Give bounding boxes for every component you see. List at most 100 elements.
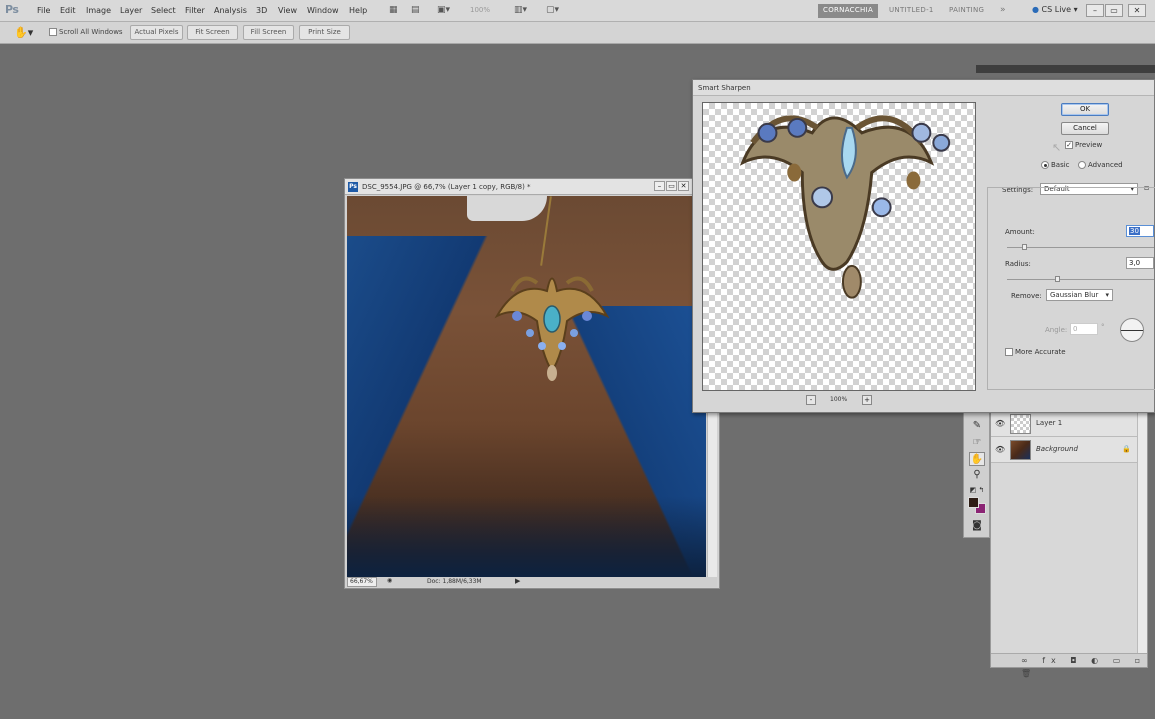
document-canvas[interactable] bbox=[347, 196, 706, 577]
menu-layer[interactable]: Layer bbox=[120, 6, 142, 15]
amount-slider-thumb[interactable] bbox=[1022, 244, 1027, 250]
hand-icon[interactable]: ✋▾ bbox=[14, 26, 33, 39]
layer-row-background[interactable]: 👁 Background 🔒 bbox=[991, 437, 1137, 463]
minimize-button[interactable]: – bbox=[1086, 4, 1104, 17]
menu-file[interactable]: File bbox=[37, 6, 50, 15]
preview-checkbox[interactable]: ✓ Preview bbox=[1065, 141, 1102, 149]
arrange-documents-icon[interactable]: ▥▾ bbox=[514, 5, 527, 17]
menu-analysis[interactable]: Analysis bbox=[214, 6, 247, 15]
cs-live-label: CS Live ▾ bbox=[1041, 5, 1078, 14]
layer-name: Layer 1 bbox=[1036, 419, 1063, 427]
status-menu-arrow-icon[interactable]: ▶ bbox=[515, 577, 520, 585]
angle-label: Angle: bbox=[1045, 326, 1068, 334]
menu-3d[interactable]: 3D bbox=[256, 6, 267, 15]
fill-screen-button[interactable]: Fill Screen bbox=[243, 25, 294, 40]
preview-zoom-in-button[interactable]: + bbox=[862, 395, 872, 405]
bridge-icon[interactable]: ▦ bbox=[389, 5, 398, 17]
menu-window[interactable]: Window bbox=[307, 6, 339, 15]
zoom-tool-icon[interactable]: ⚲ bbox=[969, 468, 985, 482]
layer-thumbnail bbox=[1010, 414, 1031, 434]
doc-restore-button[interactable]: ▭ bbox=[666, 181, 677, 191]
pendant-image bbox=[494, 276, 610, 381]
menu-filter[interactable]: Filter bbox=[185, 6, 205, 15]
radius-slider-track[interactable] bbox=[1007, 279, 1154, 280]
layer-row-layer1[interactable]: 👁 Layer 1 bbox=[991, 411, 1137, 437]
eye-icon[interactable]: 👁 bbox=[995, 419, 1005, 428]
radius-field[interactable]: 3,0 bbox=[1126, 257, 1154, 269]
document-zoom-field[interactable]: 66,67% bbox=[347, 577, 377, 587]
quick-mask-icon[interactable]: ◙ bbox=[969, 519, 985, 533]
document-title: DSC_9554.JPG @ 66,7% (Layer 1 copy, RGB/… bbox=[362, 183, 531, 191]
more-accurate-label: More Accurate bbox=[1015, 348, 1066, 356]
menu-help[interactable]: Help bbox=[349, 6, 367, 15]
menu-image[interactable]: Image bbox=[86, 6, 111, 15]
panel-dock-header[interactable] bbox=[976, 65, 1155, 73]
close-button[interactable]: ✕ bbox=[1128, 4, 1146, 17]
document-info: Doc: 1,88M/6,33M bbox=[427, 578, 482, 585]
actual-pixels-button[interactable]: Actual Pixels bbox=[130, 25, 183, 40]
remove-label: Remove: bbox=[1011, 292, 1042, 300]
default-colors-icon[interactable]: ◩ ↰ bbox=[969, 483, 985, 497]
document-window-controls: – ▭ ✕ bbox=[653, 181, 689, 191]
preview-pendant-image bbox=[739, 115, 951, 299]
workspace-painting[interactable]: PAINTING bbox=[944, 4, 989, 18]
hair-region bbox=[467, 196, 547, 221]
menu-view[interactable]: View bbox=[278, 6, 297, 15]
layers-panel: 👁 Layer 1 👁 Background 🔒 ∞ fx ◘ ◐ ▭ ▫ 🗑 bbox=[990, 410, 1148, 678]
workspace-more-icon[interactable]: » bbox=[995, 3, 1011, 17]
screen-mode-icon[interactable]: ▢▾ bbox=[546, 5, 559, 17]
menu-bar: Ps File Edit Image Layer Select Filter A… bbox=[0, 0, 1155, 22]
radio-icon bbox=[1078, 161, 1086, 169]
more-accurate-checkbox[interactable]: More Accurate bbox=[1005, 348, 1066, 356]
layers-footer-icons[interactable]: ∞ fx ◘ ◐ ▭ ▫ 🗑 bbox=[991, 653, 1147, 678]
ok-button[interactable]: OK bbox=[1061, 103, 1109, 116]
restore-button[interactable]: ▭ bbox=[1105, 4, 1123, 17]
basic-label: Basic bbox=[1051, 161, 1070, 169]
document-status-bar: 66,67% ◉ Doc: 1,88M/6,33M ▶ bbox=[347, 577, 717, 587]
view-extras-icon[interactable]: ▣▾ bbox=[437, 5, 450, 17]
eye-icon[interactable]: 👁 bbox=[995, 445, 1005, 454]
cs-live-menu[interactable]: ● CS Live ▾ bbox=[1032, 5, 1078, 14]
basic-radio[interactable]: Basic bbox=[1041, 161, 1070, 169]
radius-slider-thumb[interactable] bbox=[1055, 276, 1060, 282]
lock-icon: 🔒 bbox=[1122, 445, 1131, 453]
smudge-tool-icon[interactable]: ☞ bbox=[969, 436, 985, 450]
advanced-label: Advanced bbox=[1088, 161, 1123, 169]
amount-field[interactable]: 30 bbox=[1126, 225, 1154, 237]
layers-scrollbar[interactable] bbox=[1137, 411, 1147, 655]
tools-panel: ✎ ☞ ✋ ⚲ ◩ ↰ ◙ bbox=[963, 410, 990, 538]
preview-zoom-out-button[interactable]: - bbox=[806, 395, 816, 405]
radio-selected-icon bbox=[1041, 161, 1049, 169]
preview-zoom-level: 100% bbox=[830, 396, 848, 403]
cancel-button[interactable]: Cancel bbox=[1061, 122, 1109, 135]
angle-dial[interactable] bbox=[1120, 318, 1144, 342]
remove-select[interactable]: Gaussian Blur bbox=[1046, 289, 1113, 301]
angle-field[interactable]: 0 bbox=[1070, 323, 1098, 335]
print-size-button[interactable]: Print Size bbox=[299, 25, 350, 40]
amount-slider-track[interactable] bbox=[1007, 247, 1154, 248]
menu-edit[interactable]: Edit bbox=[60, 6, 76, 15]
filter-preview[interactable] bbox=[702, 102, 976, 391]
zoom-level[interactable]: 100% bbox=[470, 6, 490, 14]
amount-value: 30 bbox=[1129, 227, 1140, 235]
mini-bridge-icon[interactable]: ▤ bbox=[411, 5, 420, 17]
smart-sharpen-dialog: Smart Sharpen - 100% + OK Cancel ↖ ✓ Prev… bbox=[692, 79, 1155, 413]
radius-label: Radius: bbox=[1005, 260, 1031, 268]
sharpen-tool-icon[interactable]: ✎ bbox=[969, 419, 985, 433]
options-bar: ✋▾ Scroll All Windows Actual Pixels Fit … bbox=[0, 22, 1155, 44]
hand-tool-icon[interactable]: ✋ bbox=[969, 452, 985, 466]
status-info-icon[interactable]: ◉ bbox=[387, 577, 392, 584]
document-title-bar[interactable]: Ps DSC_9554.JPG @ 66,7% (Layer 1 copy, R… bbox=[345, 179, 719, 195]
fit-screen-button[interactable]: Fit Screen bbox=[187, 25, 238, 40]
workspace-untitled[interactable]: UNTITLED-1 bbox=[884, 4, 939, 18]
amount-label: Amount: bbox=[1005, 228, 1035, 236]
menu-select[interactable]: Select bbox=[151, 6, 176, 15]
doc-close-button[interactable]: ✕ bbox=[678, 181, 689, 191]
advanced-radio[interactable]: Advanced bbox=[1078, 161, 1123, 169]
layer-name: Background bbox=[1036, 445, 1078, 453]
doc-minimize-button[interactable]: – bbox=[654, 181, 665, 191]
scroll-all-windows-checkbox[interactable]: Scroll All Windows bbox=[49, 28, 123, 36]
foreground-color-swatch[interactable] bbox=[968, 497, 979, 508]
checkbox-checked-icon: ✓ bbox=[1065, 141, 1073, 149]
workspace-cornacchia[interactable]: CORNACCHIA bbox=[818, 4, 879, 18]
